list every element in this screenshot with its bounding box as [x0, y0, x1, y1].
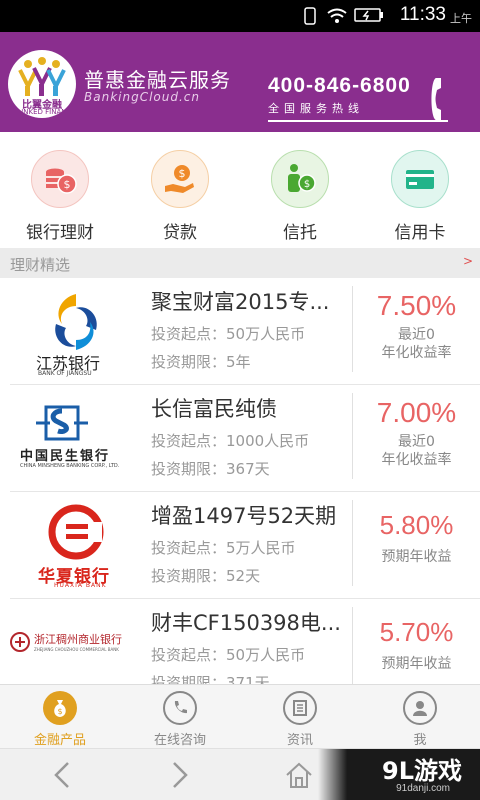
- tab-label: 金融产品: [33, 733, 86, 748]
- bank-logo-chouzhou: 浙江稠州商业银行 ZHEJIANG CHOUZHOU COMMERCIAL BA…: [10, 605, 146, 685]
- product-name: 增盈1497号52天期: [151, 504, 337, 528]
- clock-time: 11:33: [399, 4, 446, 25]
- product-min-investment: 投资起点：5万人民币: [151, 539, 296, 557]
- tab-financial-products[interactable]: $ 金融产品: [0, 691, 120, 748]
- bank-logo-minsheng: 中国民生银行 CHINA MINSHENG BANKING CORP., LTD…: [10, 391, 146, 487]
- category-label: 信托: [283, 223, 317, 243]
- product-min-investment: 投资起点：1000人民币: [151, 432, 310, 450]
- svg-text:$: $: [304, 179, 310, 190]
- product-rate-type: 预期年收益: [381, 656, 452, 672]
- bank-logo-jiangsu: 江苏银行 BANK OF JIANGSU: [10, 284, 146, 380]
- product-min-investment: 投资起点：50万人民币: [151, 325, 306, 343]
- category-label: 银行理财: [26, 223, 94, 243]
- tab-me[interactable]: 我: [360, 691, 480, 748]
- tab-online-consult[interactable]: 在线咨询: [120, 691, 240, 748]
- section-title: 理财精选: [10, 256, 71, 274]
- product-term: 投资期限：367天: [151, 460, 270, 478]
- category-loan[interactable]: $ 贷款: [130, 150, 230, 243]
- section-header[interactable]: 理财精选 >: [0, 248, 480, 278]
- brand-logo: 比翼金融 BI LINKED FINANCE: [8, 50, 76, 118]
- credit-card-icon: [391, 150, 449, 208]
- user-icon: [403, 691, 437, 725]
- bank-logo-huaxia: 华夏银行 HUAXIA BANK: [10, 498, 146, 594]
- phone-icon[interactable]: [428, 76, 450, 122]
- app-header: 比翼金融 BI LINKED FINANCE 普惠金融云服务 BankingCl…: [0, 32, 480, 132]
- svg-text:$: $: [64, 178, 71, 191]
- product-item[interactable]: 中国民生银行 CHINA MINSHENG BANKING CORP., LTD…: [0, 385, 480, 492]
- svg-text:$: $: [179, 167, 186, 180]
- bank-name: 中国民生银行: [20, 449, 111, 464]
- section-more-arrow[interactable]: >: [463, 254, 473, 268]
- product-item[interactable]: 华夏银行 HUAXIA BANK 增盈1497号52天期 投资起点：5万人民币 …: [0, 492, 480, 599]
- site-watermark: 9L游戏 91danji.com: [318, 749, 480, 800]
- product-term: 投资期限：52天: [151, 567, 261, 585]
- category-trust[interactable]: $ 信托: [250, 150, 350, 243]
- bank-name: 浙江稠州商业银行: [34, 633, 122, 646]
- money-bag-icon: $: [43, 691, 77, 725]
- forward-arrow-icon[interactable]: [170, 761, 190, 789]
- category-bank-finance[interactable]: $ 银行理财: [10, 150, 110, 243]
- hotline-label: 全国服务热线: [268, 102, 364, 115]
- bank-name-en: HUAXIA BANK: [54, 582, 107, 589]
- product-term: 投资期限：5年: [151, 353, 251, 371]
- product-rate: 7.50%: [376, 290, 457, 321]
- tab-label: 我: [413, 733, 427, 748]
- product-rate: 5.80%: [379, 510, 454, 540]
- brand-logo-small: BI LINKED FINANCE: [8, 108, 76, 116]
- bottom-tab-bar: $ 金融产品 在线咨询 资讯 我: [0, 684, 480, 748]
- svg-text:$: $: [57, 707, 62, 716]
- bank-name-en: CHINA MINSHENG BANKING CORP., LTD.: [20, 463, 120, 469]
- product-name: 财丰CF150398电...: [151, 611, 341, 635]
- clock-ampm: 上午: [450, 12, 472, 25]
- status-bar: 11:33 上午: [0, 0, 480, 32]
- tab-label: 在线咨询: [153, 733, 206, 748]
- product-rate-type: 年化收益率: [381, 452, 452, 468]
- back-arrow-icon[interactable]: [52, 761, 72, 789]
- product-min-investment: 投资起点：50万人民币: [151, 646, 306, 664]
- product-name: 长信富民纯债: [151, 397, 277, 421]
- battery-icon: [354, 8, 383, 22]
- product-rate: 7.00%: [376, 397, 457, 428]
- category-credit-card[interactable]: 信用卡: [370, 150, 470, 243]
- hotline-underline: [268, 120, 448, 122]
- phone-icon: [163, 691, 197, 725]
- watermark-text: 9L游戏: [382, 757, 462, 785]
- category-label: 信用卡: [394, 223, 446, 243]
- product-name: 聚宝财富2015专...: [151, 290, 330, 314]
- brand-title: 普惠金融云服务: [84, 68, 231, 92]
- bank-name-en: ZHEJIANG CHOUZHOU COMMERCIAL BANK: [34, 647, 119, 652]
- loan-hand-icon: $: [151, 150, 209, 208]
- product-rate-label: 最近0: [398, 434, 435, 450]
- system-nav-bar: 9L游戏 91danji.com: [0, 748, 480, 800]
- watermark-url: 91danji.com: [396, 783, 450, 794]
- news-icon: [283, 691, 317, 725]
- trust-person-icon: $: [271, 150, 329, 208]
- product-item[interactable]: 江苏银行 BANK OF JIANGSU 聚宝财富2015专... 投资起点：5…: [0, 278, 480, 385]
- brand-subtitle: BankingCloud.cn: [84, 90, 200, 104]
- bank-name-en: BANK OF JIANGSU: [38, 370, 92, 377]
- home-icon[interactable]: [284, 761, 314, 789]
- vibrate-icon: [304, 7, 316, 25]
- product-rate-type: 预期年收益: [381, 549, 452, 565]
- product-rate-type: 年化收益率: [381, 345, 452, 361]
- product-rate: 5.70%: [379, 617, 454, 647]
- category-label: 贷款: [163, 223, 197, 243]
- product-item[interactable]: 浙江稠州商业银行 ZHEJIANG CHOUZHOU COMMERCIAL BA…: [0, 599, 480, 685]
- wifi-icon: [327, 8, 347, 23]
- tab-label: 资讯: [286, 733, 313, 748]
- tab-news[interactable]: 资讯: [240, 691, 360, 748]
- product-rate-label: 最近0: [398, 327, 435, 343]
- category-row: $ 银行理财 $ 贷款 $ 信托 信用卡: [0, 132, 480, 246]
- coins-icon: $: [31, 150, 89, 208]
- hotline-number[interactable]: 400-846-6800: [268, 74, 411, 98]
